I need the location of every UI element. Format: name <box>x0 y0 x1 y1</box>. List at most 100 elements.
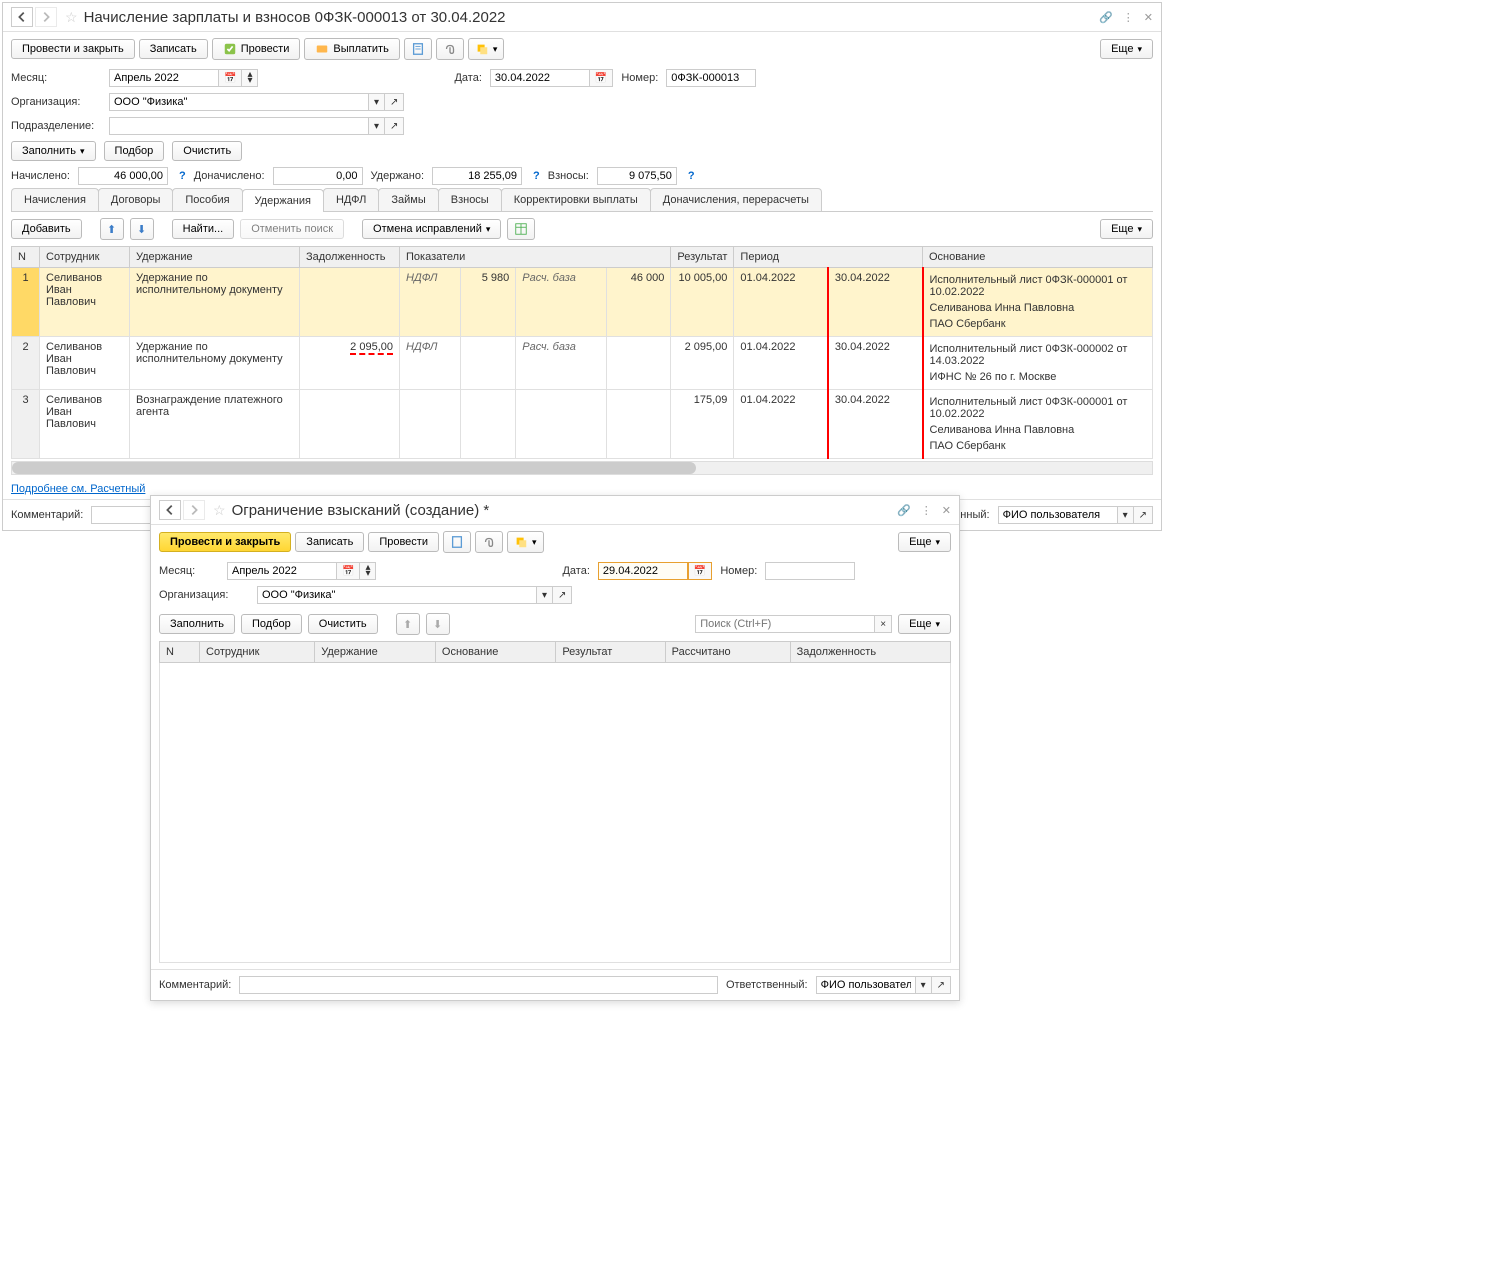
table-more-button[interactable]: Еще ▾ <box>898 614 951 634</box>
responsible-input[interactable] <box>816 976 916 994</box>
col-calculated[interactable]: Рассчитано <box>665 642 790 663</box>
tab-benefits[interactable]: Пособия <box>172 188 242 211</box>
calendar-icon[interactable]: 📅 <box>219 69 242 87</box>
more-button[interactable]: Еще ▾ <box>898 532 951 552</box>
col-result[interactable]: Результат <box>556 642 665 663</box>
dropdown-icon[interactable]: ▾ <box>369 93 385 111</box>
select-button[interactable]: Подбор <box>241 614 302 634</box>
copy-button[interactable]: ▾ <box>468 38 505 60</box>
nav-forward-button[interactable] <box>183 500 205 520</box>
post-button[interactable]: Провести <box>368 532 439 552</box>
help-icon[interactable]: ? <box>533 170 540 182</box>
tab-corrections[interactable]: Корректировки выплаты <box>501 188 651 211</box>
date-input[interactable] <box>598 562 688 580</box>
post-button[interactable]: Провести <box>212 38 301 60</box>
date-input[interactable] <box>490 69 590 87</box>
move-up-button[interactable]: ⬆ <box>396 613 420 635</box>
responsible-input[interactable] <box>998 506 1118 524</box>
post-and-close-button[interactable]: Провести и закрыть <box>159 532 291 552</box>
col-employee[interactable]: Сотрудник <box>200 642 315 663</box>
nav-forward-button[interactable] <box>35 7 57 27</box>
table-settings-button[interactable] <box>507 218 535 240</box>
link-icon[interactable]: 🔗 <box>897 504 911 517</box>
col-basis[interactable]: Основание <box>923 247 1153 268</box>
table-row[interactable]: 2 Селиванов Иван Павлович Удержание по и… <box>12 337 1153 390</box>
close-icon[interactable]: ✕ <box>942 504 951 517</box>
favorite-star-icon[interactable]: ☆ <box>65 9 78 26</box>
dropdown-icon[interactable]: ▾ <box>369 117 385 135</box>
spinner-icon[interactable]: ▴▾ <box>360 562 376 580</box>
col-basis[interactable]: Основание <box>435 642 555 663</box>
table-row[interactable]: 3 Селиванов Иван Павлович Вознаграждение… <box>12 390 1153 459</box>
open-icon[interactable]: ↗ <box>385 93 404 111</box>
col-indicators[interactable]: Показатели <box>400 247 671 268</box>
pay-button[interactable]: Выплатить <box>304 38 399 60</box>
details-link[interactable]: Подробнее см. Расчетный <box>3 479 153 499</box>
move-down-button[interactable]: ⬇ <box>130 218 154 240</box>
number-input[interactable] <box>765 562 855 580</box>
copy-button[interactable]: ▾ <box>507 531 544 553</box>
comment-input[interactable] <box>239 976 718 994</box>
move-down-button[interactable]: ⬇ <box>426 613 450 635</box>
org-input[interactable] <box>257 586 537 604</box>
cancel-fix-button[interactable]: Отмена исправлений ▾ <box>362 219 501 239</box>
col-debt[interactable]: Задолженность <box>300 247 400 268</box>
col-employee[interactable]: Сотрудник <box>40 247 130 268</box>
col-n[interactable]: N <box>12 247 40 268</box>
dropdown-icon[interactable]: ▾ <box>537 586 553 604</box>
table-row[interactable]: 1 Селиванов Иван Павлович Удержание по и… <box>12 268 1153 337</box>
help-icon[interactable]: ? <box>688 170 695 182</box>
tab-additional[interactable]: Доначисления, перерасчеты <box>650 188 822 211</box>
tab-contributions[interactable]: Взносы <box>438 188 502 211</box>
close-icon[interactable]: ✕ <box>1144 11 1153 24</box>
link-icon[interactable]: 🔗 <box>1099 11 1113 24</box>
addl-input[interactable] <box>273 167 363 185</box>
cancel-search-button[interactable]: Отменить поиск <box>240 219 344 239</box>
kebab-menu-icon[interactable]: ⋮ <box>1123 11 1134 24</box>
open-icon[interactable]: ↗ <box>553 586 572 604</box>
dropdown-icon[interactable]: ▾ <box>916 976 932 994</box>
move-up-button[interactable]: ⬆ <box>100 218 124 240</box>
report-button[interactable] <box>404 38 432 60</box>
calendar-icon[interactable]: 📅 <box>337 562 360 580</box>
col-n[interactable]: N <box>160 642 200 663</box>
clear-button[interactable]: Очистить <box>308 614 378 634</box>
more-button[interactable]: Еще ▾ <box>1100 39 1153 59</box>
open-icon[interactable]: ↗ <box>932 976 951 994</box>
help-icon[interactable]: ? <box>179 170 186 182</box>
org-input[interactable] <box>109 93 369 111</box>
open-icon[interactable]: ↗ <box>385 117 404 135</box>
dropdown-icon[interactable]: ▾ <box>1118 506 1134 524</box>
col-deduction[interactable]: Удержание <box>130 247 300 268</box>
save-button[interactable]: Записать <box>139 39 208 59</box>
find-button[interactable]: Найти... <box>172 219 235 239</box>
calendar-icon[interactable]: 📅 <box>590 69 613 87</box>
calendar-icon[interactable]: 📅 <box>688 562 712 580</box>
col-debt[interactable]: Задолженность <box>790 642 950 663</box>
fill-button[interactable]: Заполнить <box>159 614 235 634</box>
fill-button[interactable]: Заполнить ▾ <box>11 141 96 161</box>
clear-button[interactable]: Очистить <box>172 141 242 161</box>
post-and-close-button[interactable]: Провести и закрыть <box>11 39 135 59</box>
tab-loans[interactable]: Займы <box>378 188 438 211</box>
col-result[interactable]: Результат <box>671 247 734 268</box>
withheld-input[interactable] <box>432 167 522 185</box>
report-button[interactable] <box>443 531 471 553</box>
open-icon[interactable]: ↗ <box>1134 506 1153 524</box>
save-button[interactable]: Записать <box>295 532 364 552</box>
spinner-icon[interactable]: ▴▾ <box>242 69 258 87</box>
col-period[interactable]: Период <box>734 247 923 268</box>
favorite-star-icon[interactable]: ☆ <box>213 502 226 519</box>
nav-back-button[interactable] <box>11 7 33 27</box>
accrued-input[interactable] <box>78 167 168 185</box>
col-deduction[interactable]: Удержание <box>315 642 436 663</box>
clear-search-icon[interactable]: × <box>875 615 892 633</box>
number-input[interactable] <box>666 69 756 87</box>
tab-contracts[interactable]: Договоры <box>98 188 173 211</box>
dept-input[interactable] <box>109 117 369 135</box>
tab-deductions[interactable]: Удержания <box>242 189 324 212</box>
select-button[interactable]: Подбор <box>104 141 165 161</box>
contrib-input[interactable] <box>597 167 677 185</box>
table-more-button[interactable]: Еще ▾ <box>1100 219 1153 239</box>
attach-button[interactable] <box>475 531 503 553</box>
